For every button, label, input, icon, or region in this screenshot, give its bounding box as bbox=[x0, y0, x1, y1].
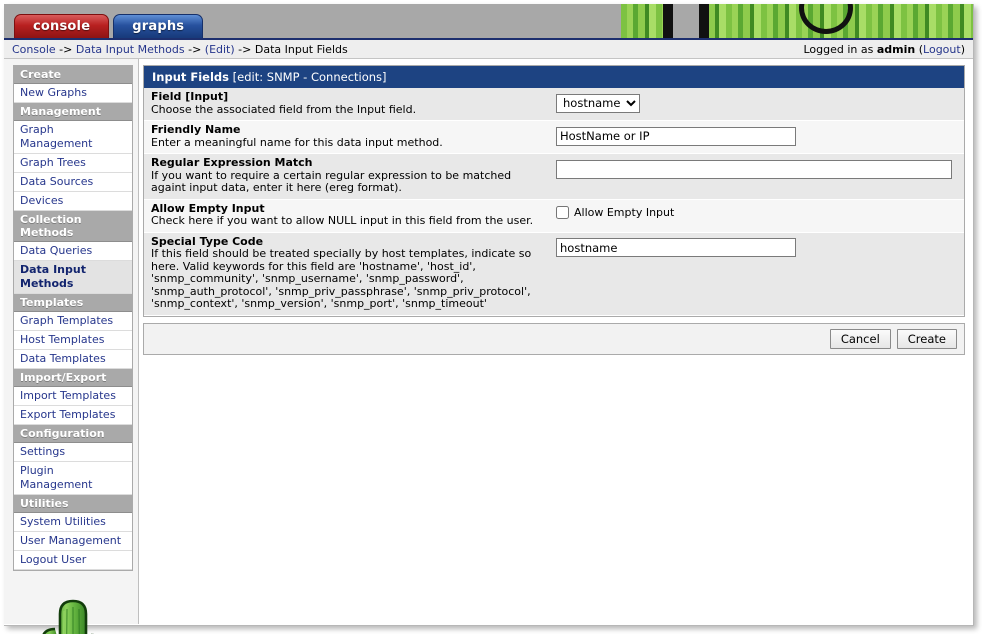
sidebar-item-logout-user[interactable]: Logout User bbox=[14, 551, 132, 570]
form-row-label: Regular Expression Match If you want to … bbox=[144, 156, 556, 195]
form-row-label: Friendly Name Enter a meaningful name fo… bbox=[144, 123, 556, 149]
regex-match-input[interactable] bbox=[556, 159, 952, 179]
field-input-title: Field [Input] bbox=[151, 90, 229, 103]
allow-empty-checkbox[interactable] bbox=[556, 205, 569, 219]
form-row-regex-match: Regular Expression Match If you want to … bbox=[144, 154, 964, 200]
form-row-control bbox=[556, 157, 964, 179]
sidebar-item-host-templates[interactable]: Host Templates bbox=[14, 331, 132, 350]
create-button[interactable]: Create bbox=[896, 328, 957, 349]
app-frame: console graphs Console -> Data Input Met… bbox=[4, 4, 974, 634]
breadcrumb-item-data-input-methods[interactable]: Data Input Methods bbox=[76, 43, 185, 56]
allow-empty-desc: Check here if you want to allow NULL inp… bbox=[151, 214, 534, 227]
sidebar-group-configuration: Configuration bbox=[14, 425, 132, 443]
main-content: Input Fields [edit: SNMP - Connections] … bbox=[139, 59, 973, 624]
form-row-allow-empty-input: Allow Empty Input Check here if you want… bbox=[144, 199, 964, 233]
sidebar-group-create: Create bbox=[14, 66, 132, 84]
sidebar-group-management: Management bbox=[14, 103, 132, 121]
form-row-control: Allow Empty Input bbox=[556, 203, 964, 219]
input-fields-panel: Input Fields [edit: SNMP - Connections] … bbox=[143, 65, 965, 317]
sidebar-item-data-input-methods[interactable]: Data Input Methods bbox=[14, 261, 132, 294]
sidebar-item-import-templates[interactable]: Import Templates bbox=[14, 387, 132, 406]
panel-subtitle-text: [edit: SNMP - Connections] bbox=[232, 70, 387, 84]
sidebar-item-data-queries[interactable]: Data Queries bbox=[14, 242, 132, 261]
panel-title: Input Fields [edit: SNMP - Connections] bbox=[144, 66, 964, 88]
cancel-button[interactable]: Cancel bbox=[829, 328, 891, 349]
sidebar-item-data-sources[interactable]: Data Sources bbox=[14, 173, 132, 192]
tab-console-label: console bbox=[33, 19, 91, 34]
regex-match-title: Regular Expression Match bbox=[151, 156, 313, 169]
sidebar-item-graph-management[interactable]: Graph Management bbox=[14, 121, 132, 154]
breadcrumb-separator: -> bbox=[59, 42, 73, 56]
form-row-friendly-name: Friendly Name Enter a meaningful name fo… bbox=[144, 121, 964, 154]
breadcrumb-separator: -> bbox=[238, 42, 252, 56]
sidebar-item-settings[interactable]: Settings bbox=[14, 443, 132, 462]
field-input-desc: Choose the associated field from the Inp… bbox=[151, 102, 417, 116]
breadcrumb-item-current: Data Input Fields bbox=[254, 42, 348, 56]
field-input-select[interactable]: hostname bbox=[556, 93, 640, 113]
sidebar-group-templates: Templates bbox=[14, 294, 132, 312]
sidebar: Create New Graphs Management Graph Manag… bbox=[4, 59, 139, 634]
form-row-control: hostname bbox=[556, 91, 964, 113]
special-type-code-input[interactable] bbox=[556, 238, 796, 257]
tab-graphs[interactable]: graphs bbox=[113, 14, 204, 38]
cactus-banner-graphic bbox=[621, 4, 973, 38]
cactus-logo-wrap bbox=[13, 571, 133, 634]
sidebar-group-collection-methods: Collection Methods bbox=[14, 211, 132, 242]
logout-paren-close: ) bbox=[960, 42, 965, 56]
form-row-control bbox=[556, 236, 964, 257]
allow-empty-checkbox-line: Allow Empty Input bbox=[556, 204, 954, 219]
friendly-name-desc: Enter a meaningful name for this data in… bbox=[151, 135, 443, 149]
form-row-special-type-code: Special Type Code If this field should b… bbox=[144, 232, 964, 316]
cactus-logo-icon bbox=[42, 599, 94, 634]
form-row-label: Special Type Code If this field should b… bbox=[144, 235, 556, 311]
action-bar: Cancel Create bbox=[143, 322, 965, 355]
breadcrumb-item-edit[interactable]: (Edit) bbox=[205, 43, 235, 56]
top-banner: console graphs bbox=[4, 4, 973, 40]
special-type-code-desc: If this field should be treated speciall… bbox=[151, 247, 532, 310]
logout-link[interactable]: Logout bbox=[923, 43, 961, 56]
sidebar-item-system-utilities[interactable]: System Utilities bbox=[14, 513, 132, 532]
tab-console[interactable]: console bbox=[14, 14, 110, 38]
form-row-field-input: Field [Input] Choose the associated fiel… bbox=[144, 88, 964, 121]
breadcrumb-bar: Console -> Data Input Methods -> (Edit) … bbox=[4, 40, 973, 59]
session-status: Logged in as admin (Logout) bbox=[803, 43, 965, 56]
logged-in-username: admin bbox=[876, 42, 916, 56]
friendly-name-input[interactable] bbox=[556, 126, 796, 146]
sidebar-item-user-management[interactable]: User Management bbox=[14, 532, 132, 551]
sidebar-item-export-templates[interactable]: Export Templates bbox=[14, 406, 132, 425]
logged-in-prefix: Logged in as bbox=[803, 42, 874, 56]
sidebar-item-graph-trees[interactable]: Graph Trees bbox=[14, 154, 132, 173]
sidebar-item-graph-templates[interactable]: Graph Templates bbox=[14, 312, 132, 331]
tab-graphs-label: graphs bbox=[132, 19, 185, 34]
form-row-label: Allow Empty Input Check here if you want… bbox=[144, 202, 556, 228]
breadcrumb-separator: -> bbox=[188, 42, 202, 56]
cacti-console-page: console graphs Console -> Data Input Met… bbox=[0, 0, 982, 634]
sidebar-item-devices[interactable]: Devices bbox=[14, 192, 132, 211]
breadcrumb: Console -> Data Input Methods -> (Edit) … bbox=[12, 43, 803, 56]
sidebar-group-import-export: Import/Export bbox=[14, 369, 132, 387]
form-row-label: Field [Input] Choose the associated fiel… bbox=[144, 90, 556, 116]
panel-title-text: Input Fields bbox=[152, 70, 230, 84]
breadcrumb-item-console[interactable]: Console bbox=[12, 43, 56, 56]
sidebar-nav: Create New Graphs Management Graph Manag… bbox=[13, 65, 133, 571]
sidebar-item-new-graphs[interactable]: New Graphs bbox=[14, 84, 132, 103]
allow-empty-checkbox-label: Allow Empty Input bbox=[574, 205, 675, 219]
page-body: Create New Graphs Management Graph Manag… bbox=[4, 59, 973, 634]
main-tabs: console graphs bbox=[14, 14, 207, 38]
friendly-name-title: Friendly Name bbox=[151, 123, 241, 136]
form-row-control bbox=[556, 124, 964, 146]
sidebar-item-plugin-management[interactable]: Plugin Management bbox=[14, 462, 132, 495]
sidebar-group-utilities: Utilities bbox=[14, 495, 132, 513]
sidebar-item-data-templates[interactable]: Data Templates bbox=[14, 350, 132, 369]
regex-match-desc: If you want to require a certain regular… bbox=[151, 168, 512, 194]
